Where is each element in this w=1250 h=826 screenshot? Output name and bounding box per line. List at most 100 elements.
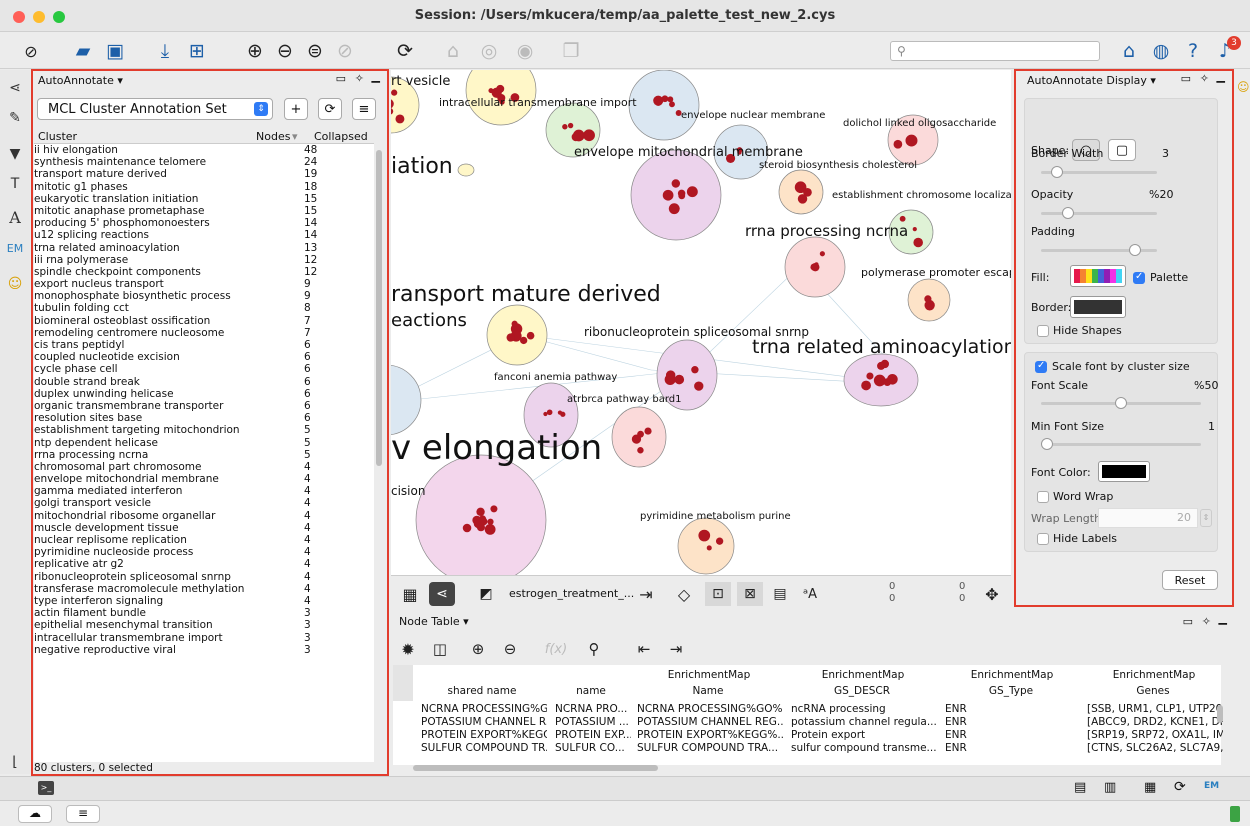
network-node[interactable] <box>637 430 644 438</box>
import-network-icon[interactable]: ⤓ <box>152 39 178 63</box>
globe-icon[interactable]: ◍ <box>1148 39 1174 63</box>
table-row[interactable]: ntp dependent helicase 5 <box>34 437 374 449</box>
table-row[interactable]: chromosomal part chromosome 4 <box>34 461 374 473</box>
table-cell[interactable]: POTASSIUM ... <box>555 716 631 728</box>
network-canvas[interactable]: rt vesicle intracellular transmembrane im… <box>391 70 1011 575</box>
table-search-icon[interactable]: ⚲ <box>581 637 607 661</box>
cloud-icon[interactable]: ☁ <box>18 805 52 823</box>
panel-title[interactable]: AutoAnnotate ▾ <box>38 74 123 87</box>
table-cell[interactable]: POTASSIUM CHANNEL R... <box>421 716 547 728</box>
column-header[interactable]: GS_Type <box>941 685 1081 697</box>
table-row[interactable]: muscle development tissue 4 <box>34 522 374 534</box>
padding-slider[interactable] <box>1041 244 1157 256</box>
word-wrap-checkbox[interactable] <box>1037 491 1049 503</box>
table-row[interactable]: transferase macromolecule methylation 4 <box>34 583 374 595</box>
table-row[interactable]: envelope mitochondrial membrane 4 <box>34 473 374 485</box>
network-node[interactable] <box>395 114 405 124</box>
pin-table-icon[interactable]: ✧ <box>1202 615 1211 628</box>
diamond-icon[interactable]: ◇ <box>671 582 697 606</box>
zoom-selected-icon[interactable]: ⊘ <box>332 39 358 63</box>
table-row[interactable]: iii rna polymerase 12 <box>34 254 374 266</box>
network-node[interactable] <box>924 295 932 303</box>
pin-display-icon[interactable]: ✧ <box>1200 72 1209 85</box>
cluster-label[interactable]: ransport mature derived <box>391 282 661 307</box>
edge-table-tab-icon[interactable]: ▥ <box>1104 780 1116 795</box>
column-header[interactable]: Genes <box>1083 685 1223 697</box>
network-node[interactable] <box>644 427 652 435</box>
table-row[interactable]: ribonucleoprotein spliceosomal snrnp 4 <box>34 571 374 583</box>
import-table-icon[interactable]: ⊞ <box>184 39 210 63</box>
table-row[interactable]: trna related aminoacylation 13 <box>34 242 374 254</box>
table-cell[interactable]: [SSB, URM1, CLP1, UTP20, <box>1087 703 1223 715</box>
network-node[interactable] <box>391 89 398 96</box>
reset-button[interactable]: Reset <box>1162 570 1218 590</box>
network-node[interactable] <box>637 447 644 454</box>
node-table-title[interactable]: Node Table ▾ <box>399 615 469 628</box>
font-scale-slider[interactable] <box>1041 397 1201 409</box>
table-cell[interactable]: sulfur compound transme... <box>791 742 937 754</box>
network-node[interactable] <box>883 378 892 386</box>
navigator-icon[interactable]: ✥ <box>979 582 1005 606</box>
home-icon[interactable]: ⌂ <box>1116 39 1142 63</box>
border-color-swatch[interactable] <box>1070 296 1126 318</box>
table-row[interactable]: mitotic g1 phases 18 <box>34 181 374 193</box>
search-input[interactable]: ⚲ <box>890 41 1100 61</box>
min-font-slider[interactable] <box>1041 438 1201 450</box>
open-external-icon[interactable]: ◩ <box>473 582 499 606</box>
table-row[interactable]: transport mature derived 19 <box>34 168 374 180</box>
wrap-length-input[interactable]: 20 <box>1098 508 1198 528</box>
network-node[interactable] <box>583 129 595 142</box>
table-row[interactable]: actin filament bundle 3 <box>34 607 374 619</box>
network-node[interactable] <box>866 372 874 380</box>
minimize-panel-icon[interactable]: ▁ <box>372 70 380 83</box>
network-node[interactable] <box>511 320 518 327</box>
share-network-icon[interactable]: ⋖ <box>429 582 455 606</box>
table-cell[interactable]: [CTNS, SLC26A2, SLC7A9, <box>1087 742 1223 754</box>
save-session-icon[interactable]: ▣ <box>102 39 128 63</box>
network-node[interactable] <box>899 215 906 222</box>
network-node[interactable] <box>496 84 505 93</box>
text-tab-icon[interactable]: A <box>6 208 24 227</box>
network-node[interactable] <box>490 505 498 513</box>
table-cell[interactable]: SULFUR COMPOUND TR... <box>421 742 547 754</box>
dock-icon[interactable]: ⌊ <box>6 754 24 772</box>
cluster-label[interactable]: iation <box>391 154 453 179</box>
network-node[interactable] <box>567 122 574 129</box>
table-row[interactable]: cis trans peptidyl 6 <box>34 339 374 351</box>
table-row[interactable]: negative reproductive viral 3 <box>34 644 374 656</box>
cluster-label[interactable]: polymerase promoter escape <box>861 266 1011 279</box>
column-header[interactable]: shared name <box>417 685 547 697</box>
table-cell[interactable]: [SRP19, SRP72, OXA1L, IM. <box>1087 729 1223 741</box>
network-node[interactable] <box>706 545 712 551</box>
network-node[interactable] <box>526 331 535 340</box>
text-annotation-icon[interactable]: ᵃA <box>797 582 823 606</box>
network-node[interactable] <box>912 227 917 232</box>
column-header[interactable]: name <box>551 685 631 697</box>
table-row[interactable]: type interferon signaling 4 <box>34 595 374 607</box>
show-columns-icon[interactable]: ◫ <box>427 637 453 661</box>
table-cell[interactable]: Protein export <box>791 729 937 741</box>
network-node[interactable] <box>557 410 563 415</box>
table-row[interactable]: cycle phase cell 6 <box>34 363 374 375</box>
table-cell[interactable]: NCRNA PROCESSING%GO%... <box>637 703 783 715</box>
network-node[interactable] <box>694 381 704 391</box>
network-node[interactable] <box>571 132 581 142</box>
cluster-label[interactable]: dolichol linked oligosaccharide <box>843 118 996 129</box>
table-cell[interactable]: PROTEIN EXP... <box>555 729 631 741</box>
table-row[interactable]: eukaryotic translation initiation 15 <box>34 193 374 205</box>
hide-labels-checkbox[interactable] <box>1037 533 1049 545</box>
network-node[interactable] <box>905 135 916 146</box>
table-row[interactable]: intracellular transmembrane import 3 <box>34 632 374 644</box>
network-node[interactable] <box>562 124 568 130</box>
network-node[interactable] <box>506 333 515 342</box>
table-row[interactable]: duplex unwinding helicase 6 <box>34 388 374 400</box>
cluster-label[interactable]: establishment chromosome localization <box>832 190 1011 201</box>
memory-icon[interactable] <box>1230 806 1240 822</box>
zoom-out-icon[interactable]: ⊖ <box>272 39 298 63</box>
em-table-tab-icon[interactable]: EM <box>1204 781 1219 791</box>
table-cell[interactable]: SULFUR COMPOUND TRA... <box>637 742 783 754</box>
network-node[interactable] <box>686 186 698 198</box>
col-nodes[interactable]: Nodes <box>256 130 290 143</box>
filter-tab-icon[interactable]: ▼ <box>6 146 24 164</box>
network-node[interactable] <box>653 95 664 106</box>
